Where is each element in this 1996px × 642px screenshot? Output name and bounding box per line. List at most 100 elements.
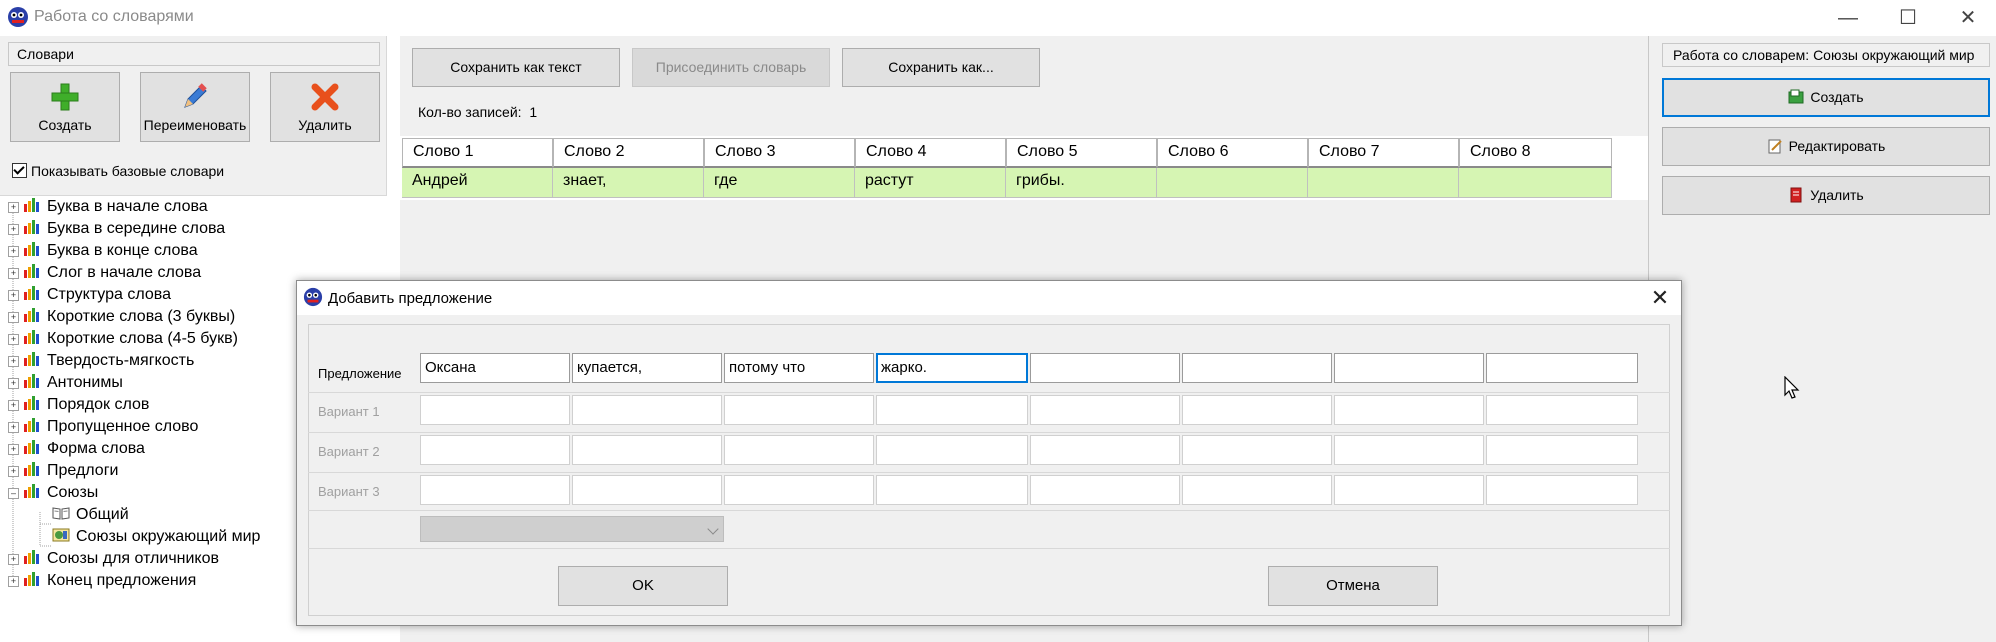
minimize-button[interactable]: — bbox=[1826, 4, 1870, 32]
column-header[interactable]: Слово 3 bbox=[704, 138, 855, 168]
variant-word-input[interactable] bbox=[1334, 395, 1484, 425]
column-header[interactable]: Слово 5 bbox=[1006, 138, 1157, 168]
column-header[interactable]: Слово 7 bbox=[1308, 138, 1459, 168]
dictionaries-header: Словари bbox=[8, 42, 380, 66]
grid-cell[interactable]: знает, bbox=[553, 168, 704, 198]
dictionary-bars-icon bbox=[24, 374, 39, 388]
tree-item[interactable]: + Твердость-мягкость bbox=[0, 350, 194, 372]
record-count-label: Кол-во записей: bbox=[418, 104, 522, 120]
tree-item[interactable]: + Антонимы bbox=[0, 372, 123, 394]
tree-item[interactable]: + Предлоги bbox=[0, 460, 118, 482]
rename-dictionary-button[interactable]: Переименовать bbox=[140, 72, 250, 142]
tree-child-item[interactable]: Общий bbox=[52, 504, 129, 526]
tree-item[interactable]: + Форма слова bbox=[0, 438, 145, 460]
variant-word-input[interactable] bbox=[1030, 395, 1180, 425]
tree-item[interactable]: + Слог в начале слова bbox=[0, 262, 201, 284]
dictionary-bars-icon bbox=[24, 242, 39, 256]
column-header[interactable]: Слово 8 bbox=[1459, 138, 1612, 168]
grid-cell[interactable] bbox=[1308, 168, 1459, 198]
variant-word-input[interactable] bbox=[876, 435, 1028, 465]
grid-cell[interactable] bbox=[1459, 168, 1612, 198]
variant-word-input[interactable] bbox=[420, 395, 570, 425]
variant-word-input[interactable] bbox=[1182, 435, 1332, 465]
variant-word-input[interactable] bbox=[724, 475, 874, 505]
variant-word-input[interactable] bbox=[1486, 475, 1638, 505]
attach-dictionary-button[interactable]: Присоединить словарь bbox=[632, 48, 830, 87]
tree-item[interactable]: + Короткие слова (3 буквы) bbox=[0, 306, 235, 328]
variant-word-input[interactable] bbox=[572, 395, 722, 425]
create-record-button[interactable]: Создать bbox=[1662, 78, 1990, 117]
grid-cell[interactable]: Андрей bbox=[402, 168, 553, 198]
delete-dictionary-button[interactable]: Удалить bbox=[270, 72, 380, 142]
tree-item[interactable]: + Короткие слова (4-5 букв) bbox=[0, 328, 238, 350]
variant-word-input[interactable] bbox=[876, 475, 1028, 505]
variant-word-input[interactable] bbox=[1182, 395, 1332, 425]
column-header[interactable]: Слово 4 bbox=[855, 138, 1006, 168]
column-header[interactable]: Слово 1 bbox=[402, 138, 553, 168]
tree-child-item-selected[interactable]: Союзы окружающий мир bbox=[52, 526, 260, 548]
dictionary-bars-icon bbox=[24, 352, 39, 366]
sentence-word-input[interactable]: потому что bbox=[724, 353, 874, 383]
row-separator bbox=[308, 432, 1670, 433]
world-dictionary-icon bbox=[52, 528, 70, 542]
tree-item[interactable]: + Буква в начале слова bbox=[0, 196, 208, 218]
maximize-button[interactable]: ☐ bbox=[1886, 4, 1930, 32]
tree-item-label: Слог в начале слова bbox=[47, 264, 202, 281]
tree-item[interactable]: + Конец предложения bbox=[0, 570, 196, 592]
ok-button[interactable]: OK bbox=[558, 566, 728, 606]
sentence-word-input[interactable] bbox=[1182, 353, 1332, 383]
tree-item-label: Союзы для отличников bbox=[47, 550, 219, 567]
create-dictionary-button[interactable]: Создать bbox=[10, 72, 120, 142]
create-dictionary-label: Создать bbox=[38, 117, 92, 133]
tree-item[interactable]: + Буква в конце слова bbox=[0, 240, 198, 262]
variant-word-input[interactable] bbox=[1334, 475, 1484, 505]
sentence-word-input[interactable]: Оксана bbox=[420, 353, 570, 383]
delete-record-label: Удалить bbox=[1810, 187, 1864, 203]
tree-item[interactable]: + Союзы для отличников bbox=[0, 548, 219, 570]
cancel-button[interactable]: Отмена bbox=[1268, 566, 1438, 606]
variant-word-input[interactable] bbox=[1334, 435, 1484, 465]
grid-cell[interactable] bbox=[1157, 168, 1308, 198]
tree-item-label: Порядок слов bbox=[47, 396, 150, 413]
sentence-word-input[interactable]: купается, bbox=[572, 353, 722, 383]
variant-word-input[interactable] bbox=[420, 435, 570, 465]
sentence-word-input[interactable] bbox=[1486, 353, 1638, 383]
disabled-dropdown[interactable] bbox=[420, 516, 724, 542]
edit-record-button[interactable]: Редактировать bbox=[1662, 127, 1990, 166]
grid-cell[interactable]: растут bbox=[855, 168, 1006, 198]
dialog-close-button[interactable]: ✕ bbox=[1646, 284, 1674, 312]
tree-item[interactable]: + Структура слова bbox=[0, 284, 171, 306]
variant-word-input[interactable] bbox=[724, 395, 874, 425]
save-as-button[interactable]: Сохранить как... bbox=[842, 48, 1040, 87]
close-window-button[interactable]: ✕ bbox=[1946, 4, 1990, 32]
grid-cell[interactable]: где bbox=[704, 168, 855, 198]
tree-item-label: Форма слова bbox=[47, 440, 145, 457]
save-as-text-button[interactable]: Сохранить как текст bbox=[412, 48, 620, 87]
variant-word-input[interactable] bbox=[1030, 435, 1180, 465]
variant-word-input[interactable] bbox=[724, 435, 874, 465]
tree-item[interactable]: + Буква в середине слова bbox=[0, 218, 225, 240]
variant-word-input[interactable] bbox=[572, 435, 722, 465]
column-header[interactable]: Слово 2 bbox=[553, 138, 704, 168]
tree-item-expanded[interactable]: – Союзы bbox=[0, 482, 98, 504]
sentence-word-input[interactable] bbox=[1334, 353, 1484, 383]
grid-cell[interactable]: грибы. bbox=[1006, 168, 1157, 198]
sentence-word-input-focused[interactable]: жарко. bbox=[876, 353, 1028, 383]
show-base-dictionaries-checkbox[interactable]: Показывать базовые словари bbox=[12, 163, 224, 179]
tree-item-label: Буква в середине слова bbox=[47, 220, 226, 237]
column-header[interactable]: Слово 6 bbox=[1157, 138, 1308, 168]
variant-word-input[interactable] bbox=[876, 395, 1028, 425]
tree-item-label: Антонимы bbox=[47, 374, 123, 391]
variant-word-input[interactable] bbox=[420, 475, 570, 505]
tree-item[interactable]: + Порядок слов bbox=[0, 394, 149, 416]
dialog-title: Добавить предложение bbox=[328, 290, 493, 307]
variant-word-input[interactable] bbox=[1182, 475, 1332, 505]
sentence-word-input[interactable] bbox=[1030, 353, 1180, 383]
variant-word-input[interactable] bbox=[1030, 475, 1180, 505]
variant-word-input[interactable] bbox=[1486, 395, 1638, 425]
tree-item[interactable]: + Пропущенное слово bbox=[0, 416, 198, 438]
variant-word-input[interactable] bbox=[572, 475, 722, 505]
dictionary-bars-icon bbox=[24, 308, 39, 322]
delete-record-button[interactable]: Удалить bbox=[1662, 176, 1990, 215]
variant-word-input[interactable] bbox=[1486, 435, 1638, 465]
